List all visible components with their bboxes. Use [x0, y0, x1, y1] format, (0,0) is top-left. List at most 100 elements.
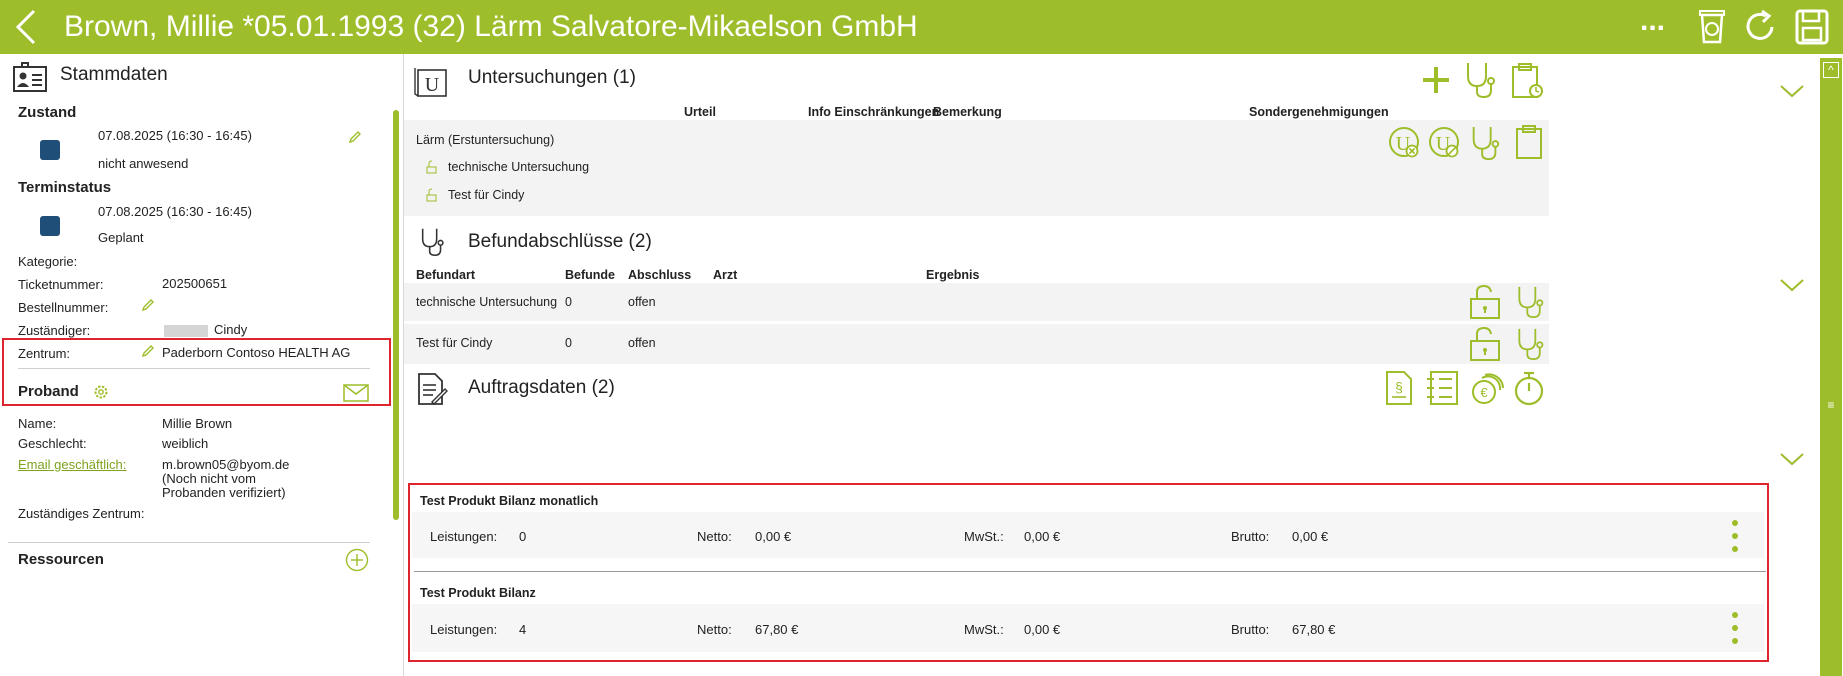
gear-icon[interactable] [93, 384, 109, 400]
unlock-icon[interactable] [1468, 326, 1504, 362]
col-sondergenehmigungen: Sondergenehmigungen [1249, 105, 1389, 119]
brutto-value: 67,80 € [1292, 622, 1336, 637]
divider [8, 542, 370, 543]
invoice-icon[interactable]: § [1384, 370, 1414, 406]
email-note-line1: (Noch nicht vom [162, 471, 256, 486]
edit-pencil-icon[interactable] [348, 130, 362, 144]
mail-icon[interactable] [343, 384, 369, 402]
svg-text:§: § [1395, 379, 1403, 395]
bestellnummer-label: Bestellnummer: [18, 300, 109, 315]
email-label-link[interactable]: Email geschäftlich: [18, 457, 126, 472]
befund-row[interactable] [404, 283, 1549, 321]
stethoscope-icon[interactable] [1514, 326, 1546, 362]
col-bemerkung: Bemerkung [933, 105, 1002, 119]
unlock-icon[interactable] [1468, 284, 1504, 320]
name-label: Name: [18, 416, 57, 431]
unlock-small-icon [426, 160, 437, 174]
exam-subitem: Test für Cindy [448, 188, 525, 202]
u-block-icon[interactable]: U [1428, 126, 1462, 160]
geschlecht-value: weiblich [162, 436, 209, 451]
col-info-einschraenkungen: Info Einschränkungen [808, 105, 940, 119]
mwst-label: MwSt.: [964, 622, 1004, 637]
email-note-line2: Probanden verifiziert) [162, 485, 286, 500]
refresh-icon[interactable] [1742, 8, 1778, 46]
edit-pencil-icon[interactable] [141, 298, 155, 312]
main-scrollbar[interactable]: ^ ≡ [1820, 58, 1842, 676]
leistungen-value: 0 [519, 529, 527, 544]
leistungen-label: Leistungen: [430, 622, 498, 637]
col-abschluss: Abschluss [628, 268, 692, 282]
kategorie-label: Kategorie: [18, 254, 78, 269]
col-ergebnis: Ergebnis [926, 268, 980, 282]
zustaendiger-value: Cindy [214, 322, 248, 337]
terminstatus-status: Geplant [98, 230, 144, 245]
stethoscope-icon [421, 228, 444, 257]
euro-coins-icon[interactable]: € [1470, 372, 1504, 406]
scroll-up-button[interactable]: ^ [1823, 62, 1839, 78]
u-cancel-icon[interactable]: U [1388, 126, 1422, 160]
befund-abschluss: offen [628, 336, 656, 350]
stopwatch-icon[interactable] [1512, 370, 1546, 406]
proband-heading: Proband [18, 383, 79, 400]
stethoscope-icon[interactable] [1468, 124, 1502, 162]
mwst-value: 0,00 € [1024, 529, 1061, 544]
ticketnummer-value: 202500651 [162, 276, 228, 291]
befund-row[interactable] [404, 324, 1549, 364]
more-options-button[interactable]: ... [1640, 6, 1676, 44]
befund-befundart: Test für Cindy [416, 336, 493, 350]
chevron-down-icon[interactable] [1778, 276, 1806, 294]
name-value: Millie Brown [162, 416, 233, 431]
save-icon[interactable] [1794, 8, 1830, 46]
col-arzt: Arzt [713, 268, 738, 282]
order-document-icon [418, 373, 448, 405]
zustand-date: 07.08.2025 (16:30 - 16:45) [98, 128, 252, 143]
netto-label: Netto: [697, 529, 732, 544]
exam-name: Lärm (Erstuntersuchung) [416, 133, 555, 147]
zentrum-value: Paderborn Contoso HEALTH AG [162, 345, 351, 360]
exam-subitem: technische Untersuchung [448, 160, 590, 174]
befund-befunde: 0 [565, 336, 572, 350]
stammdaten-panel: Stammdaten Zustand 07.08.2025 (16:30 - 1… [0, 54, 403, 676]
clipboard-icon[interactable] [1514, 124, 1544, 160]
geschlecht-label: Geschlecht: [18, 436, 87, 451]
email-value: m.brown05@byom.de [162, 457, 290, 472]
zustand-status: nicht anwesend [98, 156, 189, 171]
zustand-heading: Zustand [18, 104, 77, 121]
kebab-menu-icon[interactable] [1730, 518, 1740, 554]
befund-abschluss: offen [628, 295, 656, 309]
auftrag-title: Auftragsdaten (2) [468, 377, 615, 398]
stethoscope-icon[interactable] [1462, 60, 1498, 100]
befund-befundart: technische Untersuchung [416, 295, 558, 309]
terminstatus-status-square [40, 216, 60, 236]
add-circle-icon[interactable] [345, 548, 369, 572]
product-row[interactable] [412, 604, 1764, 652]
leistungen-value: 4 [519, 622, 527, 637]
svg-text:€: € [1480, 385, 1488, 400]
title-bar: Brown, Millie *05.01.1993 (32) Lärm Salv… [0, 0, 1843, 54]
recycle-bin-icon[interactable] [1694, 8, 1730, 46]
untersuchung-u-icon: U [414, 68, 447, 97]
product-row[interactable] [412, 512, 1764, 558]
terminstatus-date: 07.08.2025 (16:30 - 16:45) [98, 204, 252, 219]
befund-title: Befundabschlüsse (2) [468, 231, 652, 252]
edit-pencil-icon[interactable] [141, 344, 155, 358]
add-icon[interactable] [1420, 64, 1452, 96]
netto-value: 67,80 € [755, 622, 799, 637]
left-scrollbar[interactable] [393, 110, 399, 520]
chevron-down-icon[interactable] [1778, 82, 1806, 100]
col-urteil: Urteil [684, 105, 716, 119]
svg-text:U: U [425, 74, 440, 96]
kebab-menu-icon[interactable] [1730, 610, 1740, 646]
scroll-grip[interactable]: ≡ [1826, 399, 1836, 411]
zustand-status-square [40, 140, 60, 160]
chevron-down-icon[interactable] [1508, 68, 1538, 88]
contact-card-icon [13, 62, 47, 92]
col-befunde: Befunde [565, 268, 615, 282]
list-document-icon[interactable] [1426, 370, 1460, 406]
brutto-label: Brutto: [1231, 622, 1270, 637]
back-arrow-icon[interactable] [12, 8, 42, 46]
brutto-label: Brutto: [1231, 529, 1270, 544]
stethoscope-icon[interactable] [1514, 284, 1546, 320]
chevron-down-icon[interactable] [1778, 450, 1806, 468]
product-name: Test Produkt Bilanz [420, 586, 536, 600]
